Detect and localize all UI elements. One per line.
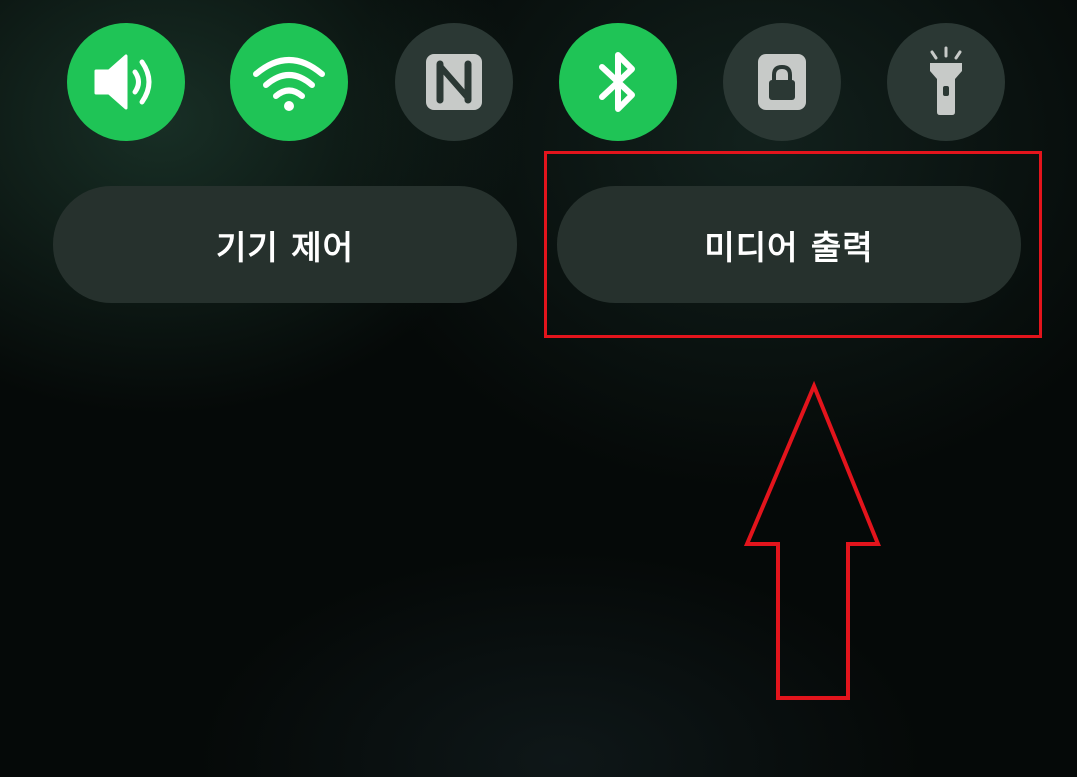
lock-icon bbox=[758, 54, 806, 110]
nfc-toggle[interactable] bbox=[395, 23, 513, 141]
bluetooth-icon bbox=[599, 52, 635, 112]
bluetooth-toggle[interactable] bbox=[559, 23, 677, 141]
screen-lock-toggle[interactable] bbox=[723, 23, 841, 141]
speaker-icon bbox=[94, 54, 152, 110]
media-output-button[interactable]: 미디어 출력 bbox=[557, 186, 1021, 303]
flashlight-toggle[interactable] bbox=[887, 23, 1005, 141]
wifi-toggle[interactable] bbox=[230, 23, 348, 141]
flashlight-icon bbox=[930, 46, 962, 115]
nfc-icon bbox=[426, 54, 482, 110]
device-control-button[interactable]: 기기 제어 bbox=[53, 186, 517, 303]
wifi-icon bbox=[253, 57, 325, 111]
sound-toggle[interactable] bbox=[67, 23, 185, 141]
up-arrow-annotation bbox=[743, 380, 881, 700]
